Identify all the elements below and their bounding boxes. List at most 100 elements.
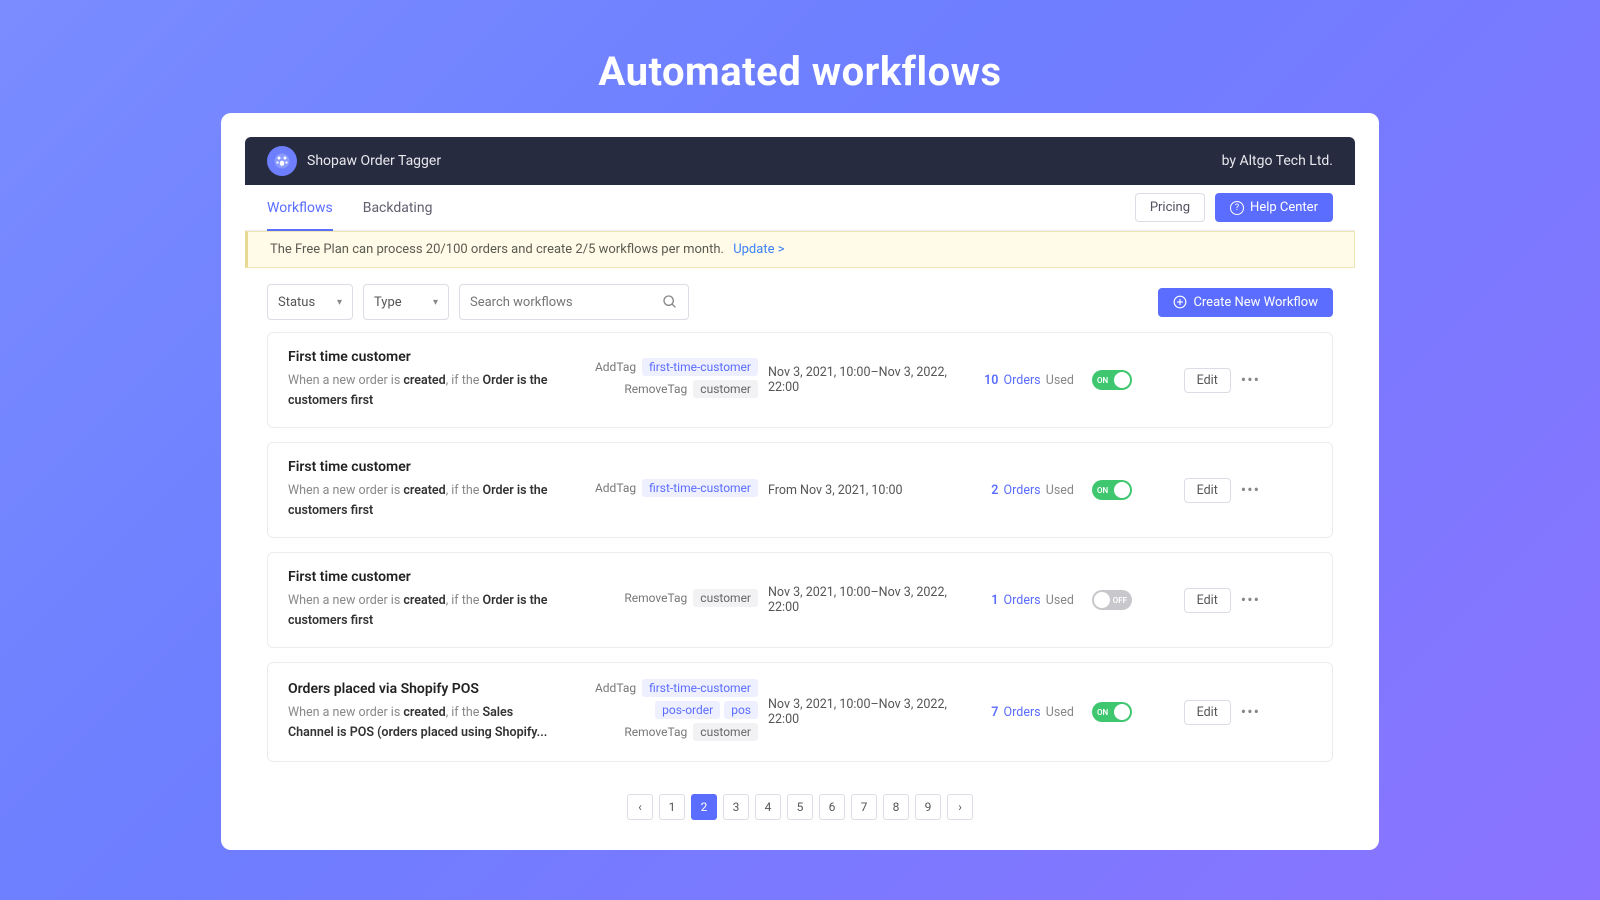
workflow-list: First time customer When a new order is … [245,332,1355,762]
more-icon[interactable]: ••• [1241,592,1260,608]
page-number[interactable]: 3 [723,794,749,820]
app-title: Shopaw Order Tagger [307,153,441,169]
toggle-knob [1114,482,1130,498]
tabs: Workflows Backdating [267,185,432,230]
more-icon[interactable]: ••• [1241,482,1260,498]
workflow-toggle[interactable]: OFF [1092,590,1132,610]
workflow-description: When a new order is created, if the Orde… [288,481,558,521]
tag-chip: first-time-customer [642,479,758,497]
removetag-label: RemoveTag [624,725,687,739]
toggle-knob [1114,704,1130,720]
workflow-toggle[interactable]: ON [1092,702,1132,722]
tag-chip: pos [724,701,758,719]
tag-chip: customer [693,723,758,741]
type-filter-label: Type [374,295,402,310]
removetag-label: RemoveTag [624,591,687,605]
chevron-down-icon: ▾ [337,297,342,308]
workflow-card: Orders placed via Shopify POS When a new… [267,662,1333,762]
page-number[interactable]: 5 [787,794,813,820]
workflow-card: First time customer When a new order is … [267,332,1333,428]
app-frame: Shopaw Order Tagger by Altgo Tech Ltd. W… [221,113,1379,850]
workflow-title: First time customer [288,569,558,585]
addtag-label: AddTag [595,360,636,374]
help-center-button[interactable]: ? Help Center [1215,193,1333,222]
type-filter-select[interactable]: Type ▾ [363,284,449,320]
plus-icon [1173,295,1187,309]
workflow-card: First time customer When a new order is … [267,442,1333,538]
status-filter-label: Status [278,295,315,310]
tag-chip: customer [693,380,758,398]
chevron-down-icon: ▾ [433,297,438,308]
tag-chip: first-time-customer [642,358,758,376]
tab-workflows[interactable]: Workflows [267,186,333,230]
hero-title: Automated workflows [0,0,1600,113]
workflow-title: First time customer [288,459,558,475]
workflow-toggle[interactable]: ON [1092,370,1132,390]
tag-chip: pos-order [655,701,720,719]
workflow-usage: 2 Orders Used [978,483,1074,498]
workflow-daterange: From Nov 3, 2021, 10:00 [768,483,968,498]
help-icon: ? [1230,201,1244,215]
toolbar: Workflows Backdating Pricing ? Help Cent… [245,185,1355,231]
chevron-right-icon: › [958,800,962,814]
more-icon[interactable]: ••• [1241,372,1260,388]
toggle-label: ON [1097,376,1108,385]
page-number[interactable]: 1 [659,794,685,820]
app-header: Shopaw Order Tagger by Altgo Tech Ltd. [245,137,1355,185]
search-input-wrapper [459,284,689,320]
pricing-button[interactable]: Pricing [1135,193,1205,222]
page-number[interactable]: 6 [819,794,845,820]
search-input[interactable] [470,295,662,310]
workflow-title: First time customer [288,349,558,365]
workflow-description: When a new order is created, if the Sale… [288,703,558,743]
app-container: Shopaw Order Tagger by Altgo Tech Ltd. W… [245,137,1355,826]
app-vendor: by Altgo Tech Ltd. [1222,153,1333,169]
removetag-label: RemoveTag [624,382,687,396]
workflow-daterange: Nov 3, 2021, 10:00–Nov 3, 2022, 22:00 [768,697,968,727]
page-number[interactable]: 8 [883,794,909,820]
edit-button[interactable]: Edit [1184,588,1231,613]
toggle-knob [1094,592,1110,608]
workflow-toggle[interactable]: ON [1092,480,1132,500]
search-icon[interactable] [662,294,678,310]
page-next[interactable]: › [947,794,973,820]
workflow-usage: 1 Orders Used [978,593,1074,608]
pagination: ‹ 123456789 › [245,776,1355,826]
tab-backdating[interactable]: Backdating [363,186,433,230]
chevron-left-icon: ‹ [638,800,642,814]
workflow-usage: 10 Orders Used [978,373,1074,388]
tag-chip: first-time-customer [642,679,758,697]
workflow-daterange: Nov 3, 2021, 10:00–Nov 3, 2022, 22:00 [768,365,968,395]
toggle-knob [1114,372,1130,388]
tag-chip: customer [693,589,758,607]
addtag-label: AddTag [595,681,636,695]
workflow-daterange: Nov 3, 2021, 10:00–Nov 3, 2022, 22:00 [768,585,968,615]
page-number[interactable]: 9 [915,794,941,820]
workflow-description: When a new order is created, if the Orde… [288,591,558,631]
edit-button[interactable]: Edit [1184,478,1231,503]
app-logo-icon [267,146,297,176]
addtag-label: AddTag [595,481,636,495]
toggle-label: ON [1097,708,1108,717]
edit-button[interactable]: Edit [1184,368,1231,393]
status-filter-select[interactable]: Status ▾ [267,284,353,320]
page-prev[interactable]: ‹ [627,794,653,820]
workflow-usage: 7 Orders Used [978,705,1074,720]
toggle-label: ON [1097,486,1108,495]
banner-text: The Free Plan can process 20/100 orders … [270,242,724,257]
edit-button[interactable]: Edit [1184,700,1231,725]
more-icon[interactable]: ••• [1241,704,1260,720]
workflow-title: Orders placed via Shopify POS [288,681,558,697]
banner-update-link[interactable]: Update > [733,242,784,257]
create-workflow-button[interactable]: Create New Workflow [1158,288,1333,317]
plan-banner: The Free Plan can process 20/100 orders … [245,231,1355,268]
page-number[interactable]: 7 [851,794,877,820]
toggle-label: OFF [1113,596,1127,605]
create-workflow-label: Create New Workflow [1193,295,1318,310]
filters-row: Status ▾ Type ▾ Create New W [245,268,1355,332]
page-number[interactable]: 4 [755,794,781,820]
workflow-description: When a new order is created, if the Orde… [288,371,558,411]
help-center-label: Help Center [1250,200,1318,215]
workflow-card: First time customer When a new order is … [267,552,1333,648]
page-number[interactable]: 2 [691,794,717,820]
